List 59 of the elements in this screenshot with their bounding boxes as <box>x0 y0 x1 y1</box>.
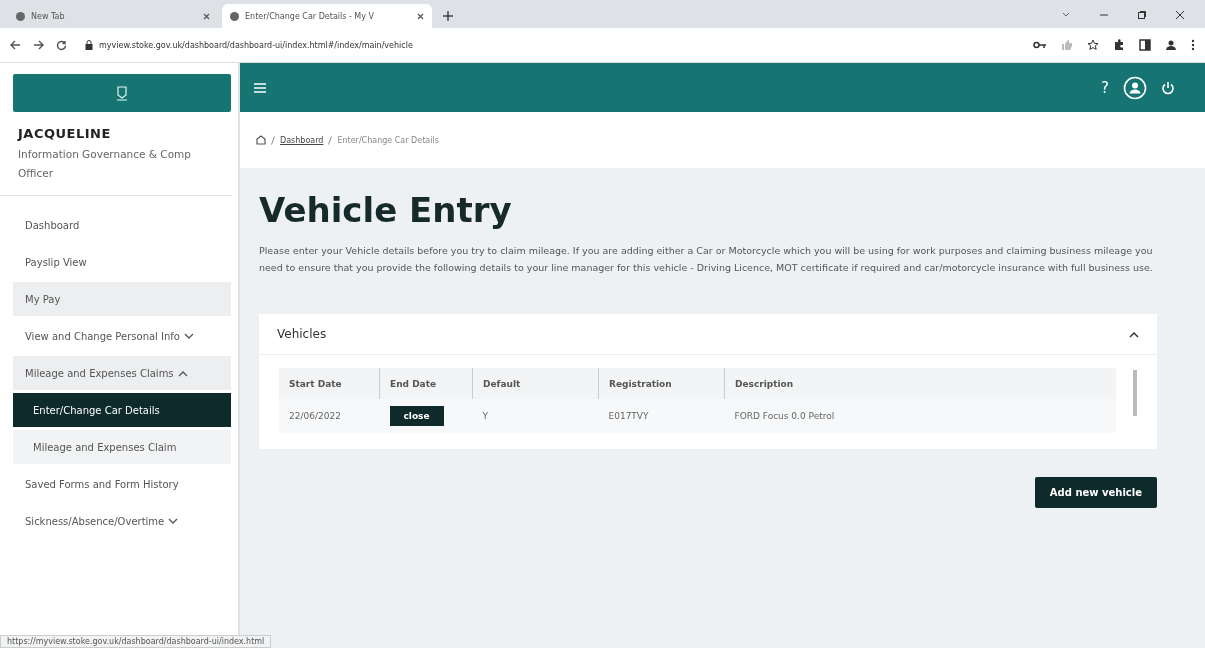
home-icon[interactable] <box>256 135 266 145</box>
browser-tab[interactable]: Enter/Change Car Details - My V <box>222 4 432 28</box>
add-vehicle-button[interactable]: Add new vehicle <box>1034 477 1157 508</box>
user-role: Information Governance & Comp Officer <box>18 147 192 181</box>
lock-icon <box>85 40 93 50</box>
plus-icon[interactable] <box>442 10 454 22</box>
reload-icon[interactable] <box>56 39 67 51</box>
page-title: Vehicle Entry <box>259 190 513 230</box>
forward-icon[interactable] <box>33 40 44 50</box>
close-icon[interactable] <box>417 12 424 20</box>
menu-item[interactable]: Dashboard <box>13 208 231 242</box>
table-cell: FORD Focus 0.0 Petrol <box>724 399 1116 433</box>
slash-icon <box>328 135 333 145</box>
menu-item[interactable]: Saved Forms and Form History <box>13 467 231 501</box>
help-button[interactable]: ? <box>1101 78 1109 97</box>
browser-tab[interactable]: New Tab <box>8 4 218 28</box>
menu-item[interactable]: Mileage and Expenses Claims <box>13 356 231 390</box>
submenu-item[interactable]: Enter/Change Car Details <box>13 393 231 427</box>
power-icon[interactable] <box>1161 80 1175 95</box>
slash-icon <box>271 135 275 145</box>
thumbs-up-icon[interactable] <box>1061 39 1073 51</box>
menu-icon[interactable] <box>254 82 266 93</box>
close-icon[interactable] <box>203 12 210 20</box>
user-name: JACQUELINE <box>18 126 112 141</box>
chevron-down-icon <box>168 517 179 525</box>
puzzle-icon[interactable] <box>1113 39 1125 51</box>
more-icon[interactable] <box>1191 39 1195 51</box>
column-header: Description <box>724 368 1116 399</box>
menu-item[interactable]: Payslip View <box>13 245 231 279</box>
user-icon[interactable] <box>1123 75 1147 100</box>
address-bar[interactable]: myview.stoke.gov.uk/dashboard/dashboard-ui/index.html#/index/main/vehicle <box>79 34 1021 56</box>
star-icon[interactable] <box>1087 39 1099 51</box>
back-icon[interactable] <box>10 40 21 50</box>
chevron-down-icon <box>184 332 194 340</box>
chevron-up-icon <box>177 369 188 377</box>
column-header: Default <box>472 368 599 399</box>
chevron-up-icon[interactable] <box>1129 330 1139 338</box>
sidebar-icon[interactable] <box>1139 39 1151 51</box>
key-icon[interactable] <box>1033 40 1047 50</box>
panel-title: Vehicles <box>277 327 327 341</box>
column-header: End Date <box>379 368 473 399</box>
scrollbar[interactable] <box>1133 370 1137 416</box>
table-cell: E017TVY <box>598 399 725 433</box>
menu-item[interactable]: View and Change Personal Info <box>13 319 231 353</box>
breadcrumb-link[interactable]: Dashboard <box>280 135 324 145</box>
menu-item[interactable]: My Pay <box>13 282 231 316</box>
close-icon[interactable] <box>1175 10 1185 20</box>
table-cell: Y <box>472 399 599 433</box>
breadcrumb-current: Enter/Change Car Details <box>337 135 439 145</box>
status-bar-url: https://myview.stoke.gov.uk/dashboard/dashboard-ui/index.html <box>0 635 272 648</box>
intro-text: Please enter your Vehicle details before you try to claim mileage. If you are adding either a Car or Motorcycle which you will be using for work purposes and claiming business mileage you need to ensure that you provide the following details to your line manager for this vehicle - Driving Licence, MOT certificate if required and car/motorcycle insurance with full business use. <box>259 244 1154 275</box>
close-vehicle-button[interactable]: close <box>389 406 444 426</box>
table-cell: 22/06/2022 <box>279 399 380 433</box>
profile-icon[interactable] <box>1165 39 1177 51</box>
menu-item[interactable]: Sickness/Absence/Overtime <box>13 504 231 538</box>
submenu-item[interactable]: Mileage and Expenses Claim <box>13 430 231 464</box>
column-header: Start Date <box>279 368 380 399</box>
restore-icon[interactable] <box>1137 10 1147 20</box>
column-header: Registration <box>598 368 725 399</box>
